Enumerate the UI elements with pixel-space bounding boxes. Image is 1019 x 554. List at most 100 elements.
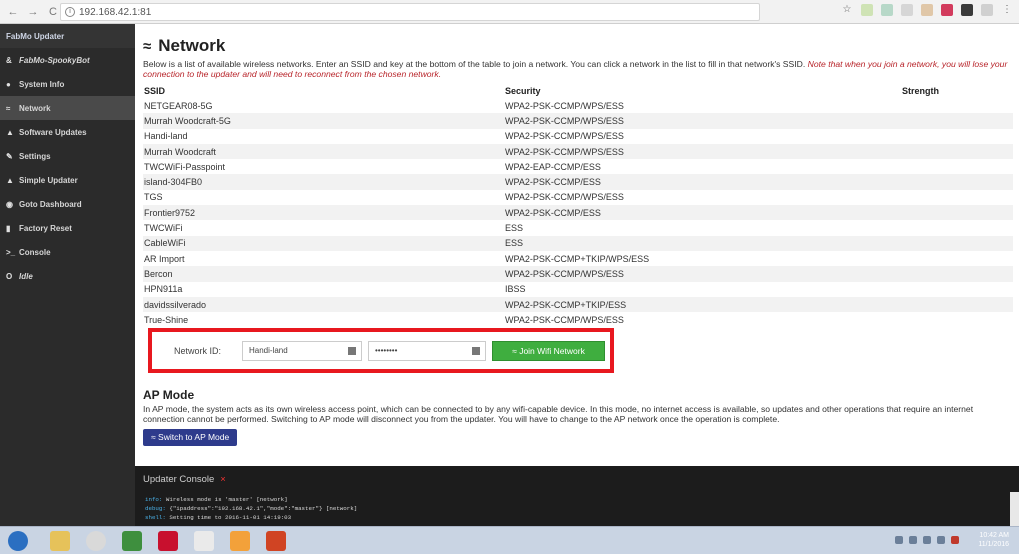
ssid-cell: HPN911a [144,284,183,295]
table-row[interactable]: Handi-land WPA2-PSK-CCMP/WPS/ESS [143,129,1013,144]
bookmark-star-icon[interactable]: ☆ [841,4,853,16]
excel-icon[interactable] [122,531,142,551]
extension-icon[interactable] [881,4,893,16]
sidebar-item-goto-dashboard[interactable]: ◉ Goto Dashboard [0,192,135,216]
sidebar-item-icon: >_ [6,247,16,257]
security-cell: WPA2-PSK-CCMP/WPS/ESS [505,115,624,126]
security-cell: WPA2-PSK-CCMP/ESS [505,177,601,188]
updater-console: Updater Console × info: Wireless mode is … [135,466,1019,526]
sidebar-item-factory-reset[interactable]: ▮ Factory Reset [0,216,135,240]
ssid-input[interactable]: Handi-land [242,341,362,361]
table-row[interactable]: island-304FB0 WPA2-PSK-CCMP/ESS [143,174,1013,190]
sidebar-item-software-updates[interactable]: ▲ Software Updates [0,120,135,144]
table-row[interactable]: Frontier9752 WPA2-PSK-CCMP/ESS [143,205,1013,221]
table-row[interactable]: Bercon WPA2-PSK-CCMP/WPS/ESS [143,266,1013,282]
file-explorer-icon[interactable] [50,531,70,551]
close-icon[interactable]: × [220,474,226,485]
extension-icon[interactable] [901,4,913,16]
console-level: debug: [145,505,166,512]
table-row[interactable]: TWCWiFi-Passpoint WPA2-EAP-CCMP/ESS [143,159,1013,174]
column-security: Security [505,86,541,96]
table-row[interactable]: davidssilverado WPA2-PSK-CCMP+TKIP/ESS [143,296,1013,313]
table-row[interactable]: AR Import WPA2-PSK-CCMP+TKIP/WPS/ESS [143,251,1013,266]
extension-icon[interactable] [961,4,973,16]
forward-icon[interactable]: → [26,5,40,19]
extension-icon[interactable] [861,4,873,16]
main-content: ≈ Network Below is a list of available w… [143,36,1013,446]
extension-icon[interactable] [921,4,933,16]
reload-icon[interactable]: C [46,5,60,19]
sidebar-item-label: Goto Dashboard [19,199,82,209]
ssid-cell: TGS [144,192,163,203]
join-network-form: Network ID: Handi-land •••••••• ≈ Join W… [148,328,614,373]
keyboard-icon [472,347,480,355]
security-cell: WPA2-PSK-CCMP/WPS/ESS [505,146,624,157]
table-row[interactable]: CableWiFi ESS [143,235,1013,251]
start-icon[interactable] [8,531,28,551]
tray-icon[interactable] [937,536,945,544]
extension-icon[interactable] [981,4,993,16]
security-cell: WPA2-PSK-CCMP/WPS/ESS [505,268,624,279]
security-cell: WPA2-PSK-CCMP+TKIP/ESS [505,299,627,310]
security-cell: WPA2-PSK-CCMP+TKIP/WPS/ESS [505,253,650,264]
table-row[interactable]: TWCWiFi ESS [143,220,1013,235]
console-text: {"ipaddress":"192.168.42.1","mode":"mast… [165,505,358,512]
ssid-cell: AR Import [144,253,185,264]
app-icon[interactable] [158,531,178,551]
clock[interactable]: 10:42 AM 11/1/2016 [978,531,1009,549]
sidebar-item-idle[interactable]: O Idle [0,264,135,288]
sidebar-item-fabmo-spookybot[interactable]: & FabMo-SpookyBot [0,48,135,72]
ssid-cell: TWCWiFi [144,223,183,234]
switch-ap-mode-button[interactable]: ≈ Switch to AP Mode [143,429,238,446]
console-level: shell: [145,514,166,521]
address-bar[interactable]: i 192.168.42.1:81 [60,3,760,21]
security-cell: WPA2-PSK-CCMP/WPS/ESS [505,314,624,325]
sidebar-item-icon: ✎ [6,151,13,161]
tray-icon[interactable] [923,536,931,544]
sidebar-item-label: Simple Updater [19,175,78,185]
menu-icon[interactable]: ⋮ [1001,4,1013,16]
sidebar-item-icon: ▲ [6,175,14,185]
ssid-cell: Handi-land [144,131,188,142]
table-row[interactable]: Murrah Woodcraft-5G WPA2-PSK-CCMP/WPS/ESS [143,113,1013,129]
table-row[interactable]: Murrah Woodcraft WPA2-PSK-CCMP/WPS/ESS [143,143,1013,160]
table-row[interactable]: TGS WPA2-PSK-CCMP/WPS/ESS [143,190,1013,205]
sidebar-item-system-info[interactable]: ● System Info [0,72,135,96]
table-row[interactable]: HPN911a IBSS [143,282,1013,297]
sidebar-item-label: Network [19,103,51,113]
extension-icon[interactable] [941,4,953,16]
sidebar-item-console[interactable]: >_ Console [0,240,135,264]
network-id-label: Network ID: [174,346,222,356]
tray-icon[interactable] [895,536,903,544]
table-row[interactable]: NETGEAR08-5G WPA2-PSK-CCMP/WPS/ESS [143,98,1013,113]
wifi-icon: ≈ [143,37,152,55]
sidebar-item-settings[interactable]: ✎ Settings [0,144,135,168]
tray-icon[interactable] [951,536,959,544]
sidebar-item-icon: ▮ [6,223,11,233]
sidebar-item-label: Settings [19,151,51,161]
powerpoint-icon[interactable] [266,531,286,551]
ssid-cell: davidssilverado [144,299,207,310]
chrome-icon[interactable] [86,531,106,551]
join-wifi-button[interactable]: ≈ Join Wifi Network [492,341,605,361]
app-icon[interactable] [230,531,250,551]
info-icon[interactable]: i [65,7,75,17]
back-icon[interactable]: ← [6,5,20,19]
ssid-cell: island-304FB0 [144,177,203,188]
ssid-cell: TWCWiFi-Passpoint [144,161,226,172]
notepad-icon[interactable] [194,531,214,551]
table-row[interactable]: True-Shine WPA2-PSK-CCMP/WPS/ESS [143,312,1013,327]
console-title: Updater Console × [143,474,226,485]
sidebar-item-icon: ≈ [6,103,11,113]
sidebar-header[interactable]: FabMo Updater [0,24,135,48]
sidebar-item-simple-updater[interactable]: ▲ Simple Updater [0,168,135,192]
security-cell: WPA2-EAP-CCMP/ESS [505,161,601,172]
security-cell: WPA2-PSK-CCMP/ESS [505,207,601,218]
sidebar-item-label: Factory Reset [19,223,72,233]
console-scrollbar[interactable] [1010,492,1019,526]
sidebar-item-network[interactable]: ≈ Network [0,96,135,120]
network-description: Below is a list of available wireless ne… [143,59,1008,79]
tray-icon[interactable] [909,536,917,544]
password-input[interactable]: •••••••• [368,341,486,361]
security-cell: ESS [505,223,524,234]
